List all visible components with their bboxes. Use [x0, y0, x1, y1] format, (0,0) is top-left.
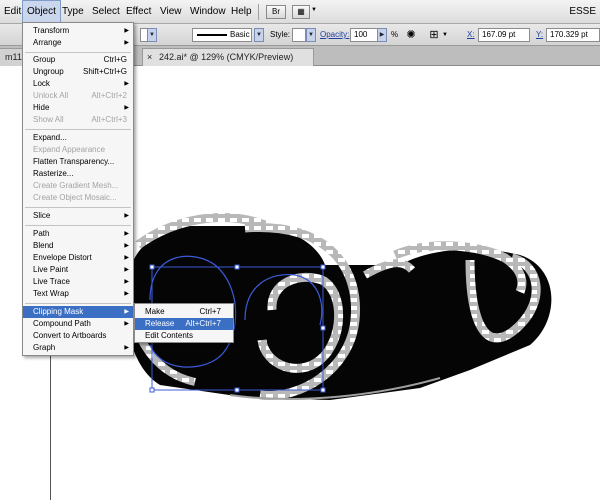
menu-item-label: Live Paint [33, 265, 69, 274]
submenu-arrow-icon: ▶ [124, 309, 129, 315]
menu-item-label: Blend [33, 241, 54, 250]
menu-divider [25, 129, 131, 130]
clipping-mask-submenu: Make Ctrl+7 Release Alt+Ctrl+7 Edit Conten… [134, 303, 234, 343]
submenu-arrow-icon: ▶ [124, 243, 129, 249]
menu-item-slice[interactable]: Slice ▶ [23, 210, 133, 222]
menu-item-unlock-all[interactable]: Unlock All Alt+Ctrl+2 [23, 90, 133, 102]
menu-item-label: Show All [33, 115, 64, 124]
submenu-arrow-icon: ▶ [124, 267, 129, 273]
menu-item-label: Path [33, 229, 50, 238]
menu-item-edit-contents[interactable]: Edit Contents [135, 330, 233, 342]
menu-item-release[interactable]: Release Alt+Ctrl+7 [135, 318, 233, 330]
shortcut-label: Alt+Ctrl+7 [185, 319, 221, 328]
submenu-arrow-icon: ▶ [124, 213, 129, 219]
menu-item-ungroup[interactable]: Ungroup Shift+Ctrl+G [23, 66, 133, 78]
menu-item-envelope-distort[interactable]: Envelope Distort ▶ [23, 252, 133, 264]
submenu-arrow-icon: ▶ [124, 345, 129, 351]
menu-item-label: Clipping Mask [33, 307, 84, 316]
menu-item-label: Graph [33, 343, 56, 352]
submenu-arrow-icon: ▶ [124, 81, 129, 87]
menu-item-live-trace[interactable]: Live Trace ▶ [23, 276, 133, 288]
submenu-arrow-icon: ▶ [124, 231, 129, 237]
menu-item-path[interactable]: Path ▶ [23, 228, 133, 240]
shortcut-label: Ctrl+G [103, 55, 127, 64]
menu-item-show-all[interactable]: Show All Alt+Ctrl+3 [23, 114, 133, 126]
submenu-arrow-icon: ▶ [124, 255, 129, 261]
menu-item-blend[interactable]: Blend ▶ [23, 240, 133, 252]
submenu-arrow-icon: ▶ [124, 28, 129, 34]
submenu-arrow-icon: ▶ [124, 291, 129, 297]
menu-item-label: Make [145, 307, 165, 316]
shortcut-label: Alt+Ctrl+2 [91, 91, 127, 100]
menu-item-graph[interactable]: Graph ▶ [23, 342, 133, 354]
menu-item-convert-to-artboards[interactable]: Convert to Artboards [23, 330, 133, 342]
menu-item-label: Live Trace [33, 277, 70, 286]
menu-item-label: Ungroup [33, 67, 64, 76]
menu-item-group[interactable]: Group Ctrl+G [23, 54, 133, 66]
menu-item-label: Release [145, 319, 175, 328]
menu-item-label: Envelope Distort [33, 253, 92, 262]
shortcut-label: Alt+Ctrl+3 [91, 115, 127, 124]
submenu-arrow-icon: ▶ [124, 321, 129, 327]
menu-item-label: Unlock All [33, 91, 69, 100]
selection-handle[interactable] [320, 325, 326, 331]
menu-item-rasterize[interactable]: Rasterize... [23, 168, 133, 180]
menu-item-expand[interactable]: Expand... [23, 132, 133, 144]
selection-handle[interactable] [149, 387, 155, 393]
menu-item-label: Text Wrap [33, 289, 69, 298]
menu-item-make[interactable]: Make Ctrl+7 [135, 306, 233, 318]
menu-item-live-paint[interactable]: Live Paint ▶ [23, 264, 133, 276]
menu-item-lock[interactable]: Lock ▶ [23, 78, 133, 90]
menu-item-label: Hide [33, 103, 50, 112]
menu-item-hide[interactable]: Hide ▶ [23, 102, 133, 114]
menu-item-clipping-mask[interactable]: Clipping Mask ▶ [23, 306, 133, 318]
menu-item-arrange[interactable]: Arrange ▶ [23, 37, 133, 49]
submenu-arrow-icon: ▶ [124, 279, 129, 285]
menu-divider [25, 52, 131, 53]
menu-item-compound-path[interactable]: Compound Path ▶ [23, 318, 133, 330]
menu-item-transform[interactable]: Transform ▶ [23, 25, 133, 37]
menu-item-flatten-transparency[interactable]: Flatten Transparency... [23, 156, 133, 168]
selection-handle[interactable] [320, 264, 326, 270]
menu-item-text-wrap[interactable]: Text Wrap ▶ [23, 288, 133, 300]
selection-handle[interactable] [149, 264, 155, 270]
menu-item-create-gradient-mesh[interactable]: Create Gradient Mesh... [23, 180, 133, 192]
menu-item-create-object-mosaic[interactable]: Create Object Mosaic... [23, 192, 133, 204]
object-menu: Transform ▶ Arrange ▶ Group Ctrl+G Ungroup S… [22, 22, 134, 356]
menu-divider [25, 303, 131, 304]
selection-handle[interactable] [234, 264, 240, 270]
selection-handle[interactable] [320, 387, 326, 393]
menu-item-label: Arrange [33, 38, 62, 47]
menu-item-label: Slice [33, 211, 51, 220]
menu-item-expand-appearance[interactable]: Expand Appearance [23, 144, 133, 156]
submenu-arrow-icon: ▶ [124, 105, 129, 111]
selection-handle[interactable] [234, 387, 240, 393]
menu-item-label: Group [33, 55, 56, 64]
menu-item-label: Compound Path [33, 319, 91, 328]
shortcut-label: Ctrl+7 [199, 307, 221, 316]
submenu-arrow-icon: ▶ [124, 40, 129, 46]
menu-item-label: Lock [33, 79, 50, 88]
shortcut-label: Shift+Ctrl+G [82, 67, 127, 76]
menu-divider [25, 207, 131, 208]
menu-divider [25, 225, 131, 226]
menu-item-label: Transform [33, 26, 70, 35]
